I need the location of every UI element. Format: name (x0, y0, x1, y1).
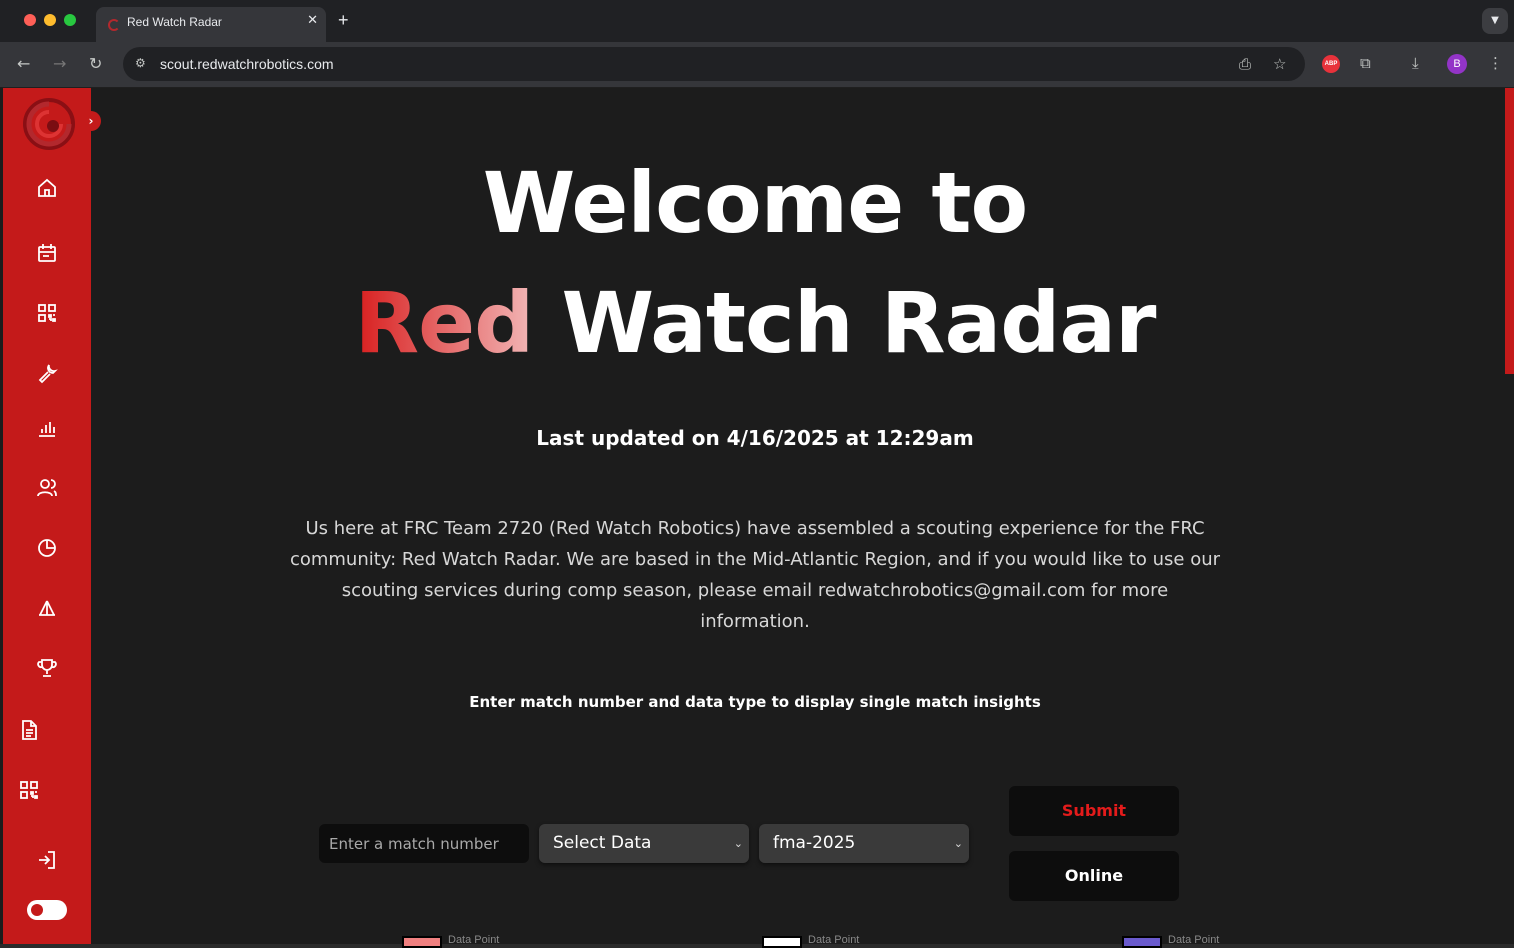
data-type-select[interactable]: Select Data ⌄ (539, 824, 749, 863)
favicon-icon (108, 19, 120, 31)
theme-toggle[interactable] (27, 900, 67, 920)
new-tab-button[interactable]: + (338, 10, 349, 31)
chevron-down-icon: ⌄ (733, 837, 743, 850)
form-instruction: Enter match number and data type to disp… (469, 693, 1041, 711)
last-updated-text: Last updated on 4/16/2025 at 12:29am (536, 426, 974, 450)
hero-title-line2: Red Watch Radar (0, 274, 1510, 372)
browser-toolbar: ← → ↻ ⚙ scout.redwatchrobotics.com ⎙ ☆ ⧉… (0, 42, 1514, 88)
chevron-down-icon: ⌄ (953, 837, 963, 850)
browser-tab[interactable]: Red Watch Radar ✕ (96, 7, 326, 42)
pie-chart-icon[interactable] (35, 536, 59, 560)
forward-icon[interactable]: → (53, 54, 66, 73)
match-number-input[interactable] (319, 824, 529, 863)
legend-swatch (402, 936, 442, 948)
back-icon[interactable]: ← (17, 54, 30, 73)
url-text: scout.redwatchrobotics.com (160, 56, 334, 72)
document-icon[interactable] (17, 718, 41, 742)
tab-close-icon[interactable]: ✕ (307, 13, 318, 28)
tab-search-button[interactable]: ▼ (1482, 8, 1508, 34)
extensions-icon[interactable]: ⧉ (1360, 54, 1371, 72)
qr-code-icon[interactable] (17, 778, 41, 802)
legend-label: Data Point (448, 934, 500, 946)
maximize-window-button[interactable] (64, 14, 76, 26)
bookmark-star-icon[interactable]: ☆ (1273, 55, 1286, 73)
online-button[interactable]: Online (1009, 851, 1179, 901)
tab-title: Red Watch Radar (127, 15, 222, 29)
legend-label: Data Point (1168, 934, 1220, 946)
event-select-value: fma-2025 (773, 833, 856, 853)
legend-swatch (762, 936, 802, 948)
adblock-extension-icon[interactable]: ABP (1322, 55, 1340, 73)
browser-menu-icon[interactable]: ⋮ (1488, 54, 1503, 72)
intro-paragraph: Us here at FRC Team 2720 (Red Watch Robo… (289, 518, 1221, 632)
reload-icon[interactable]: ↻ (89, 54, 102, 73)
users-icon[interactable] (35, 476, 59, 500)
trophy-icon[interactable] (35, 656, 59, 680)
address-bar[interactable]: ⚙ scout.redwatchrobotics.com ⎙ ☆ (123, 47, 1305, 81)
submit-button[interactable]: Submit (1009, 786, 1179, 836)
data-type-select-value: Select Data (553, 833, 652, 853)
toggle-knob (31, 904, 43, 916)
close-window-button[interactable] (24, 14, 36, 26)
hero-red-word: Red (354, 274, 535, 372)
profile-avatar[interactable]: B (1447, 54, 1467, 74)
scrollbar-thumb[interactable] (1505, 88, 1514, 374)
event-select[interactable]: fma-2025 ⌄ (759, 824, 969, 863)
page-content: › Welcome to Red Watch Radar Last update… (0, 88, 1514, 948)
site-settings-icon[interactable]: ⚙ (135, 56, 149, 70)
legend-swatch (1122, 936, 1162, 948)
sidebar-expand-button[interactable]: › (81, 111, 101, 131)
login-icon[interactable] (35, 848, 59, 872)
download-icon[interactable]: ⤓ (1412, 54, 1419, 72)
logo-icon (23, 98, 75, 150)
browser-tab-bar: Red Watch Radar ✕ + ▼ (0, 0, 1514, 42)
scale-icon[interactable] (35, 596, 59, 620)
minimize-window-button[interactable] (44, 14, 56, 26)
hero-rest-words: Watch Radar (561, 274, 1157, 372)
legend-label: Data Point (808, 934, 860, 946)
scrollbar[interactable] (1505, 88, 1514, 944)
hero-title-line1: Welcome to (482, 154, 1029, 252)
install-app-icon[interactable]: ⎙ (1239, 55, 1251, 73)
